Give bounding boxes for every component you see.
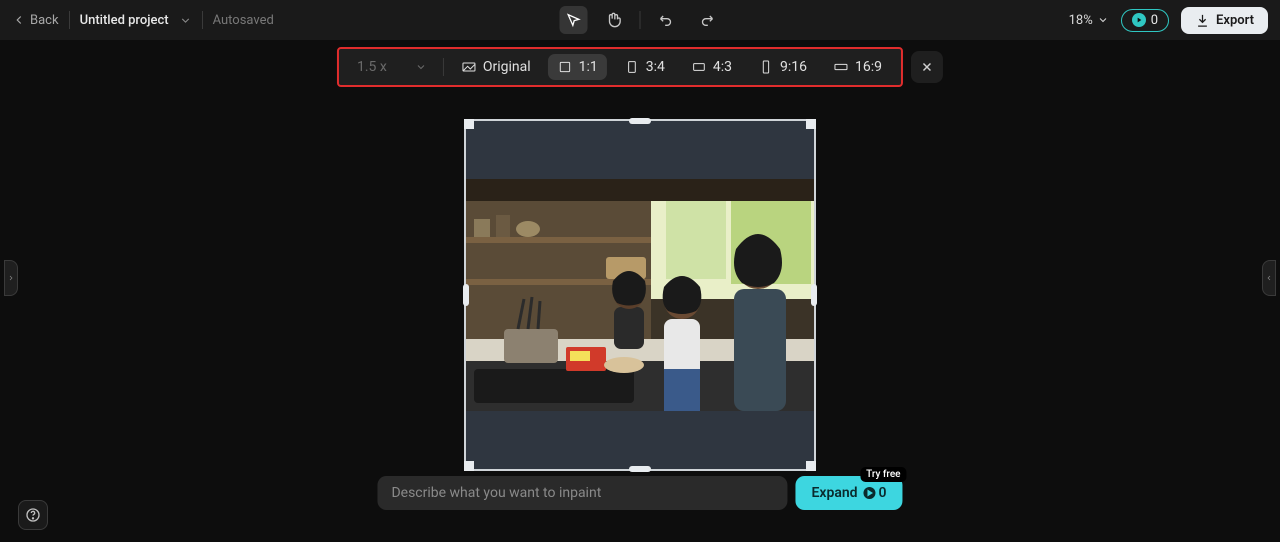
prompt-bar: Describe what you want to inpaint Expand…	[377, 476, 902, 510]
ratio-original-icon	[461, 59, 477, 75]
divider	[202, 11, 203, 29]
help-icon	[25, 507, 41, 523]
cursor-icon	[566, 12, 582, 28]
redo-button[interactable]	[693, 6, 721, 34]
ratio-1-1-icon	[557, 59, 573, 75]
crop-handle-right[interactable]	[811, 284, 817, 306]
chevron-right-icon	[7, 272, 15, 284]
cursor-tool[interactable]	[560, 6, 588, 34]
image-illustration	[466, 179, 814, 411]
ratio-label: Original	[483, 59, 531, 75]
expand-cost: 0	[879, 485, 887, 501]
zoom-level[interactable]: 18%	[1069, 13, 1109, 28]
top-bar: Back Untitled project Autosaved 18%	[0, 0, 1280, 40]
aspect-toolbar: 1.5 x Original 1:1 3:4 4:3 9:16 16:9	[337, 47, 903, 87]
ratio-3-4[interactable]: 3:4	[615, 54, 674, 80]
chevron-left-icon	[1265, 272, 1273, 284]
divider	[443, 58, 444, 76]
crop-handle-left[interactable]	[463, 284, 469, 306]
chevron-down-icon	[179, 14, 192, 27]
ratio-9-16[interactable]: 9:16	[749, 54, 816, 80]
topbar-right: 18% 0 Export	[1069, 7, 1268, 34]
chevron-down-icon	[415, 61, 427, 73]
topbar-left: Back Untitled project Autosaved	[12, 11, 274, 29]
scale-value: 1.5 x	[357, 59, 387, 75]
crop-handle-top[interactable]	[629, 118, 651, 124]
credit-pill[interactable]: 0	[1121, 9, 1169, 32]
download-icon	[1195, 13, 1210, 28]
crop-handle-bl[interactable]	[464, 461, 474, 471]
ratio-3-4-icon	[624, 59, 640, 75]
ratio-original[interactable]: Original	[452, 54, 540, 80]
divider	[640, 11, 641, 29]
ratio-label: 1:1	[579, 59, 598, 75]
ratio-4-3-icon	[691, 59, 707, 75]
undo-icon	[659, 12, 675, 28]
expand-button[interactable]: Expand 0 Try free	[795, 476, 902, 510]
autosaved-label: Autosaved	[213, 13, 274, 28]
chevron-left-icon	[12, 13, 26, 27]
export-label: Export	[1216, 13, 1254, 28]
ratio-label: 9:16	[780, 59, 807, 75]
scale-select[interactable]: 1.5 x	[349, 55, 435, 79]
prompt-placeholder: Describe what you want to inpaint	[391, 485, 601, 501]
credit-icon: 0	[864, 485, 887, 501]
divider	[69, 11, 70, 29]
ratio-label: 16:9	[855, 59, 882, 75]
try-free-badge: Try free	[860, 467, 906, 482]
crop-handle-br[interactable]	[806, 461, 816, 471]
expand-label: Expand	[811, 485, 857, 501]
crop-frame[interactable]	[464, 119, 816, 471]
help-button[interactable]	[18, 500, 48, 530]
chevron-down-icon	[1097, 14, 1109, 26]
redo-icon	[699, 12, 715, 28]
crop-handle-tr[interactable]	[806, 119, 816, 129]
undo-button[interactable]	[653, 6, 681, 34]
aspect-toolbar-wrap: 1.5 x Original 1:1 3:4 4:3 9:16 16:9	[337, 47, 943, 87]
ratio-16-9-icon	[833, 59, 849, 75]
canvas[interactable]	[464, 119, 816, 471]
credit-value: 0	[1151, 13, 1158, 28]
credit-icon	[1132, 13, 1146, 27]
project-name[interactable]: Untitled project	[80, 13, 169, 28]
ratio-1-1[interactable]: 1:1	[548, 54, 607, 80]
export-button[interactable]: Export	[1181, 7, 1268, 34]
zoom-value: 18%	[1069, 13, 1093, 28]
hand-tool[interactable]	[600, 6, 628, 34]
back-label: Back	[30, 13, 59, 28]
crop-handle-tl[interactable]	[464, 119, 474, 129]
ratio-4-3[interactable]: 4:3	[682, 54, 741, 80]
back-button[interactable]: Back	[12, 13, 59, 28]
ratio-16-9[interactable]: 16:9	[824, 54, 891, 80]
close-aspect-button[interactable]	[911, 51, 943, 83]
ratio-9-16-icon	[758, 59, 774, 75]
right-panel-toggle[interactable]	[1262, 260, 1276, 296]
left-panel-toggle[interactable]	[4, 260, 18, 296]
topbar-center	[560, 6, 721, 34]
crop-handle-bottom[interactable]	[629, 466, 651, 472]
ratio-label: 4:3	[713, 59, 732, 75]
hand-icon	[606, 12, 622, 28]
ratio-label: 3:4	[646, 59, 665, 75]
prompt-input[interactable]: Describe what you want to inpaint	[377, 476, 787, 510]
project-menu[interactable]	[179, 14, 192, 27]
canvas-image	[466, 179, 814, 411]
close-icon	[920, 60, 934, 74]
